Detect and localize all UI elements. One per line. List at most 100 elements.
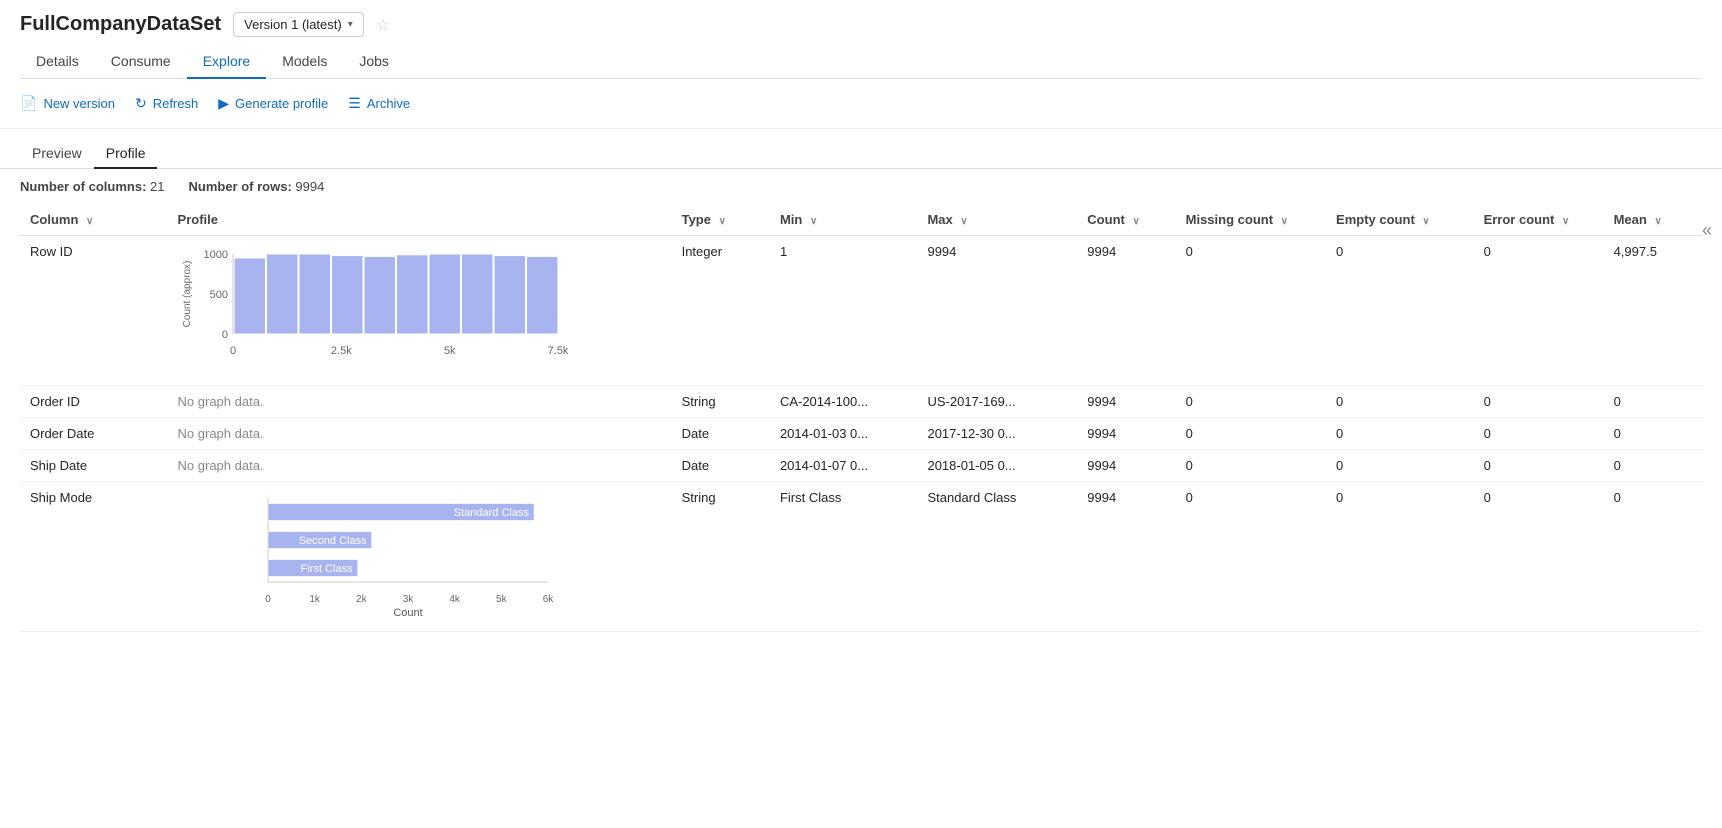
cell-profile: No graph data. xyxy=(168,450,672,482)
column-sort-icon: ∨ xyxy=(86,216,93,227)
cell-max: 2017-12-30 0... xyxy=(917,418,1077,450)
chevron-down-icon: ▾ xyxy=(348,19,353,30)
table-row: Ship DateNo graph data.Date2014-01-07 0.… xyxy=(20,450,1702,482)
profile-table: Column ∨ Profile Type ∨ Min ∨ Max ∨ xyxy=(20,204,1702,632)
cell-max: 2018-01-05 0... xyxy=(917,450,1077,482)
col-header-mean[interactable]: Mean ∨ xyxy=(1604,204,1702,236)
col-header-empty[interactable]: Empty count ∨ xyxy=(1326,204,1474,236)
tab-details[interactable]: Details xyxy=(20,45,95,79)
cell-max: US-2017-169... xyxy=(917,386,1077,418)
num-rows-label: Number of rows: xyxy=(189,179,292,194)
error-sort-icon: ∨ xyxy=(1562,216,1569,227)
generate-profile-label: Generate profile xyxy=(235,96,328,111)
num-columns: Number of columns: 21 xyxy=(20,179,165,194)
generate-profile-button[interactable]: ▶ Generate profile xyxy=(218,91,328,116)
col-header-max-label: Max xyxy=(927,212,952,227)
svg-text:5k: 5k xyxy=(443,345,455,357)
col-header-missing[interactable]: Missing count ∨ xyxy=(1176,204,1326,236)
cell-profile: No graph data. xyxy=(168,418,672,450)
svg-text:4k: 4k xyxy=(449,594,461,605)
cell-empty-count: 0 xyxy=(1326,386,1474,418)
table-row: Ship Mode Standard ClassSecond ClassFirs… xyxy=(20,482,1702,632)
col-header-column-label: Column xyxy=(30,212,78,227)
cell-min: 1 xyxy=(770,236,918,386)
col-header-empty-label: Empty count xyxy=(1336,212,1415,227)
tab-explore[interactable]: Explore xyxy=(187,45,266,79)
col-header-max[interactable]: Max ∨ xyxy=(917,204,1077,236)
version-label: Version 1 (latest) xyxy=(244,17,342,32)
num-columns-value: 21 xyxy=(150,179,164,194)
svg-text:500: 500 xyxy=(209,289,227,301)
missing-sort-icon: ∨ xyxy=(1281,216,1288,227)
col-header-type-label: Type xyxy=(682,212,711,227)
data-table-container: Column ∨ Profile Type ∨ Min ∨ Max ∨ xyxy=(0,204,1722,632)
version-dropdown[interactable]: Version 1 (latest) ▾ xyxy=(233,12,364,37)
svg-text:Standard Class: Standard Class xyxy=(453,507,529,519)
cell-column-name: Order Date xyxy=(20,418,168,450)
cell-error-count: 0 xyxy=(1474,450,1604,482)
favorite-icon[interactable]: ☆ xyxy=(376,15,390,35)
cell-count: 9994 xyxy=(1077,386,1175,418)
tab-jobs[interactable]: Jobs xyxy=(343,45,405,79)
cell-mean: 0 xyxy=(1604,418,1702,450)
no-graph-text: No graph data. xyxy=(178,454,264,473)
col-header-profile: Profile xyxy=(168,204,672,236)
svg-text:5k: 5k xyxy=(496,594,508,605)
col-header-error-label: Error count xyxy=(1484,212,1555,227)
col-header-min[interactable]: Min ∨ xyxy=(770,204,918,236)
cell-min: 2014-01-03 0... xyxy=(770,418,918,450)
page-title: FullCompanyDataSet xyxy=(20,13,221,36)
refresh-button[interactable]: ↻ Refresh xyxy=(135,91,198,116)
cell-max: 9994 xyxy=(917,236,1077,386)
svg-text:6k: 6k xyxy=(542,594,554,605)
table-row: Order DateNo graph data.Date2014-01-03 0… xyxy=(20,418,1702,450)
svg-text:Second Class: Second Class xyxy=(298,535,366,547)
svg-text:1000: 1000 xyxy=(203,249,227,261)
svg-text:2.5k: 2.5k xyxy=(330,345,351,357)
new-version-label: New version xyxy=(43,96,115,111)
cell-missing-count: 0 xyxy=(1176,236,1326,386)
cell-error-count: 0 xyxy=(1474,236,1604,386)
cell-type: String xyxy=(672,482,770,632)
col-header-mean-label: Mean xyxy=(1614,212,1647,227)
cell-min: 2014-01-07 0... xyxy=(770,450,918,482)
table-row: Row ID 02.5k5k7.5k05001000Count (approx)… xyxy=(20,236,1702,386)
mean-sort-icon: ∨ xyxy=(1654,216,1661,227)
cell-type: String xyxy=(672,386,770,418)
collapse-panel-icon[interactable]: « xyxy=(1702,220,1712,241)
subtab-preview[interactable]: Preview xyxy=(20,139,94,169)
cell-column-name: Row ID xyxy=(20,236,168,386)
cell-column-name: Order ID xyxy=(20,386,168,418)
cell-empty-count: 0 xyxy=(1326,418,1474,450)
cell-error-count: 0 xyxy=(1474,418,1604,450)
cell-min: CA-2014-100... xyxy=(770,386,918,418)
col-header-profile-label: Profile xyxy=(178,212,218,227)
col-header-type[interactable]: Type ∨ xyxy=(672,204,770,236)
svg-text:2k: 2k xyxy=(356,594,368,605)
archive-button[interactable]: ☰ Archive xyxy=(348,91,410,116)
no-graph-text: No graph data. xyxy=(178,390,264,409)
svg-text:1k: 1k xyxy=(309,594,321,605)
cell-mean: 0 xyxy=(1604,482,1702,632)
new-version-icon: 📄 xyxy=(20,95,37,112)
max-sort-icon: ∨ xyxy=(960,216,967,227)
new-version-button[interactable]: 📄 New version xyxy=(20,91,115,116)
col-header-count[interactable]: Count ∨ xyxy=(1077,204,1175,236)
cell-max: Standard Class xyxy=(917,482,1077,632)
col-header-column[interactable]: Column ∨ xyxy=(20,204,168,236)
subtab-profile[interactable]: Profile xyxy=(94,139,158,169)
svg-text:0: 0 xyxy=(229,345,235,357)
cell-mean: 0 xyxy=(1604,450,1702,482)
generate-profile-icon: ▶ xyxy=(218,95,229,112)
type-sort-icon: ∨ xyxy=(719,216,726,227)
cell-empty-count: 0 xyxy=(1326,450,1474,482)
num-rows: Number of rows: 9994 xyxy=(189,179,325,194)
tab-models[interactable]: Models xyxy=(266,45,343,79)
subtabs: Preview Profile xyxy=(0,129,1722,169)
tab-consume[interactable]: Consume xyxy=(95,45,187,79)
cell-min: First Class xyxy=(770,482,918,632)
col-header-error[interactable]: Error count ∨ xyxy=(1474,204,1604,236)
cell-count: 9994 xyxy=(1077,482,1175,632)
empty-sort-icon: ∨ xyxy=(1422,216,1429,227)
svg-text:7.5k: 7.5k xyxy=(547,345,567,357)
